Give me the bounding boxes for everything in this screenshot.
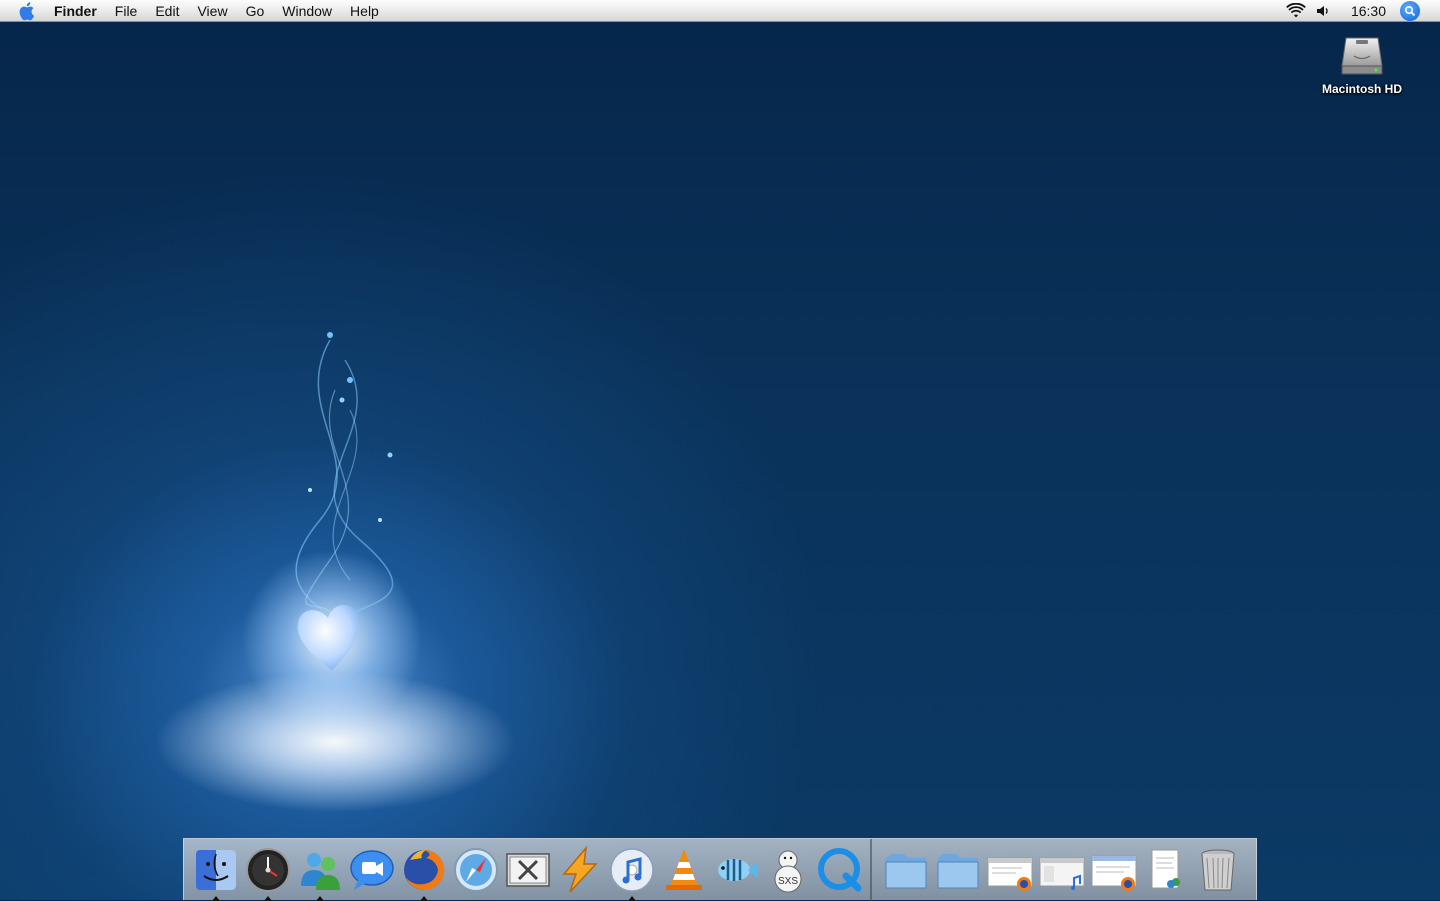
trash-icon (1201, 849, 1235, 890)
dashboard-icon (246, 847, 290, 892)
menu-go[interactable]: Go (237, 0, 274, 22)
dock-fish-app[interactable] (710, 843, 762, 897)
menu-help[interactable]: Help (341, 0, 388, 22)
menu-edit[interactable]: Edit (146, 0, 188, 22)
dock-bolt-app[interactable] (554, 843, 606, 897)
itunes-window-icon (1039, 857, 1085, 890)
dock-firefox[interactable] (398, 843, 450, 901)
folder-icon (937, 853, 979, 888)
quicktime-icon (818, 847, 862, 891)
menu-extras: 16:30 (1285, 0, 1440, 22)
desktop-icon-macintosh-hd[interactable]: Macintosh HD (1312, 30, 1412, 96)
dock-dashboard[interactable] (242, 843, 294, 901)
svg-text:SXS: SXS (778, 876, 798, 887)
wifi-icon[interactable] (1285, 1, 1307, 21)
dock-itunes-window[interactable] (1036, 843, 1088, 897)
dock-messenger[interactable] (294, 843, 346, 901)
menu-file[interactable]: File (106, 0, 147, 22)
menu-clock[interactable]: 16:30 (1351, 3, 1386, 19)
dock-firefox-window-2[interactable] (1088, 843, 1140, 897)
dock-vlc[interactable] (658, 843, 710, 897)
dock-safari[interactable] (450, 843, 502, 897)
itunes-icon (610, 847, 654, 892)
desktop-icon-label: Macintosh HD (1321, 82, 1402, 96)
finder-icon (196, 849, 236, 890)
volume-icon[interactable] (1313, 1, 1335, 21)
spotlight-icon[interactable] (1400, 0, 1420, 21)
firefox-icon (404, 849, 445, 890)
dock-itunes[interactable] (606, 843, 658, 901)
vlc-icon (666, 848, 702, 890)
chat-x-icon (506, 852, 550, 887)
dock-folder-2[interactable] (932, 843, 984, 897)
dock-trash[interactable] (1192, 843, 1244, 897)
snowman-app-icon: SXS (774, 850, 802, 892)
dock-ichat[interactable] (346, 843, 398, 897)
dock-snowman-app[interactable]: SXS (762, 843, 814, 897)
folder-icon (885, 853, 927, 888)
dock-messenger-document[interactable] (1140, 843, 1192, 897)
dock-chat-x[interactable] (502, 843, 554, 897)
apple-icon[interactable] (18, 1, 38, 21)
fish-app-icon (718, 858, 758, 881)
firefox-window-icon (987, 857, 1033, 891)
dock-separator (870, 838, 872, 901)
wallpaper-heart-art (295, 332, 394, 670)
safari-icon (454, 847, 498, 892)
menu-bar: Finder File Edit View Go Window Help 16:… (0, 0, 1440, 22)
dock-quicktime[interactable] (814, 843, 866, 897)
bolt-app-icon (562, 845, 598, 893)
messenger-document-icon (1151, 849, 1180, 888)
dock-folder-1[interactable] (880, 843, 932, 897)
ichat-icon (350, 849, 394, 890)
menu-window[interactable]: Window (273, 0, 341, 22)
firefox-window-icon (1091, 855, 1137, 891)
hard-drive-icon (1338, 30, 1386, 78)
menu-view[interactable]: View (188, 0, 236, 22)
menu-finder[interactable]: Finder (54, 0, 106, 22)
dock: SXS (183, 838, 1257, 901)
dock-finder[interactable] (190, 843, 242, 901)
dock-firefox-window-1[interactable] (984, 843, 1036, 897)
messenger-icon (301, 852, 340, 890)
